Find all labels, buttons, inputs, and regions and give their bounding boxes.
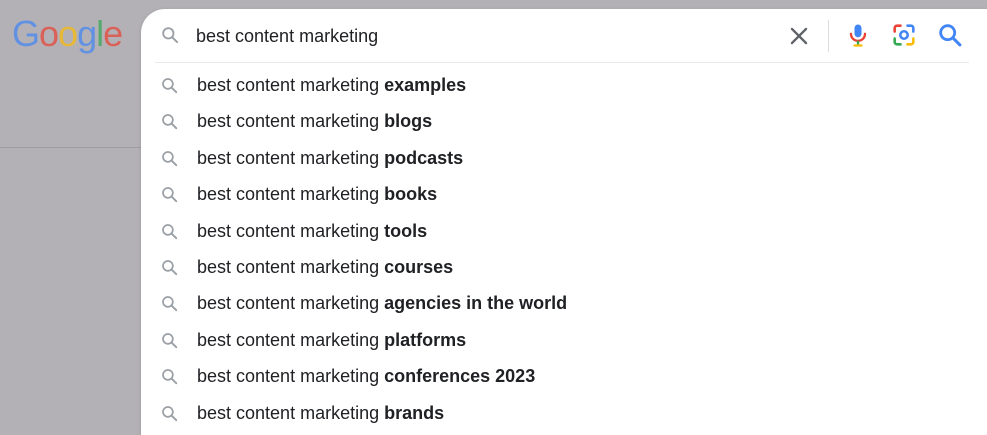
logo-letter: o	[58, 13, 78, 54]
suggestion-completion: courses	[384, 256, 454, 277]
search-input[interactable]	[196, 23, 756, 49]
logo-letter: o	[39, 13, 59, 54]
header-divider	[0, 147, 141, 148]
suggestion-text: best content marketing blogs	[197, 111, 432, 132]
logo-letter: G	[12, 13, 40, 54]
close-icon	[790, 27, 808, 45]
search-icon	[160, 258, 179, 277]
suggestion-text: best content marketing examples	[197, 75, 466, 96]
search-icon	[939, 24, 962, 47]
toolbar-separator	[828, 20, 829, 52]
suggestion-prefix: best content marketing	[197, 111, 385, 132]
suggestion-item[interactable]: best content marketing examples	[141, 68, 987, 104]
search-icon	[160, 367, 179, 386]
suggestion-text: best content marketing podcasts	[197, 148, 463, 169]
suggestion-item[interactable]: best content marketing platforms	[141, 323, 987, 359]
lens-search-button[interactable]	[890, 21, 918, 49]
suggestion-text: best content marketing conferences 2023	[197, 366, 535, 387]
search-icon	[160, 404, 179, 423]
suggestion-completion: podcasts	[384, 147, 464, 168]
search-submit-button[interactable]	[936, 21, 964, 49]
search-icon	[160, 331, 179, 350]
suggestion-item[interactable]: best content marketing podcasts	[141, 141, 987, 177]
suggestion-prefix: best content marketing	[197, 147, 385, 168]
suggestion-text: best content marketing courses	[197, 257, 453, 278]
suggestion-text: best content marketing platforms	[197, 330, 466, 351]
search-icon	[160, 222, 179, 241]
suggestion-completion: blogs	[384, 111, 433, 132]
suggestion-prefix: best content marketing	[197, 329, 385, 350]
search-box-divider	[155, 62, 969, 63]
suggestion-item[interactable]: best content marketing brands	[141, 396, 987, 432]
suggestion-item[interactable]: best content marketing conferences 2023	[141, 359, 987, 395]
suggestion-completion: books	[384, 184, 438, 205]
suggestion-prefix: best content marketing	[197, 293, 385, 314]
search-icon	[160, 294, 179, 313]
suggestion-item[interactable]: best content marketing courses	[141, 250, 987, 286]
suggestion-completion: tools	[384, 220, 428, 241]
suggestion-item[interactable]: best content marketing books	[141, 177, 987, 213]
suggestion-completion: platforms	[384, 329, 467, 350]
suggestion-completion: examples	[384, 75, 467, 95]
suggestion-completion: brands	[384, 402, 445, 423]
suggestion-prefix: best content marketing	[197, 184, 385, 205]
clear-button[interactable]	[786, 23, 812, 49]
suggestion-prefix: best content marketing	[197, 75, 385, 95]
search-icon	[160, 112, 179, 131]
google-logo[interactable]: Google	[12, 13, 123, 54]
suggestion-list: best content marketing examples best con…	[141, 68, 987, 432]
search-icon	[160, 149, 179, 168]
logo-letter: e	[103, 13, 123, 54]
suggestion-item[interactable]: best content marketing agencies in the w…	[141, 286, 987, 322]
logo-letter: g	[77, 13, 97, 54]
suggestion-prefix: best content marketing	[197, 402, 385, 423]
voice-search-button[interactable]	[844, 21, 872, 49]
search-icon	[160, 185, 179, 204]
suggestion-text: best content marketing brands	[197, 403, 444, 424]
suggestion-text: best content marketing agencies in the w…	[197, 293, 567, 314]
suggestion-item[interactable]: best content marketing tools	[141, 214, 987, 250]
suggestion-completion: agencies in the world	[384, 293, 568, 314]
search-icon	[160, 76, 179, 95]
suggestion-prefix: best content marketing	[197, 220, 385, 241]
microphone-icon	[849, 24, 867, 47]
suggestion-completion: conferences 2023	[384, 366, 536, 387]
search-box	[141, 9, 987, 63]
search-icon	[160, 25, 180, 45]
suggestion-item[interactable]: best content marketing blogs	[141, 104, 987, 140]
search-suggestions-panel: best content marketing examples best con…	[141, 9, 987, 435]
logo-letter: l	[96, 13, 104, 54]
suggestion-text: best content marketing tools	[197, 221, 427, 242]
suggestion-text: best content marketing books	[197, 184, 437, 205]
suggestion-prefix: best content marketing	[197, 256, 385, 277]
camera-lens-icon	[893, 24, 915, 46]
suggestion-prefix: best content marketing	[197, 366, 385, 387]
